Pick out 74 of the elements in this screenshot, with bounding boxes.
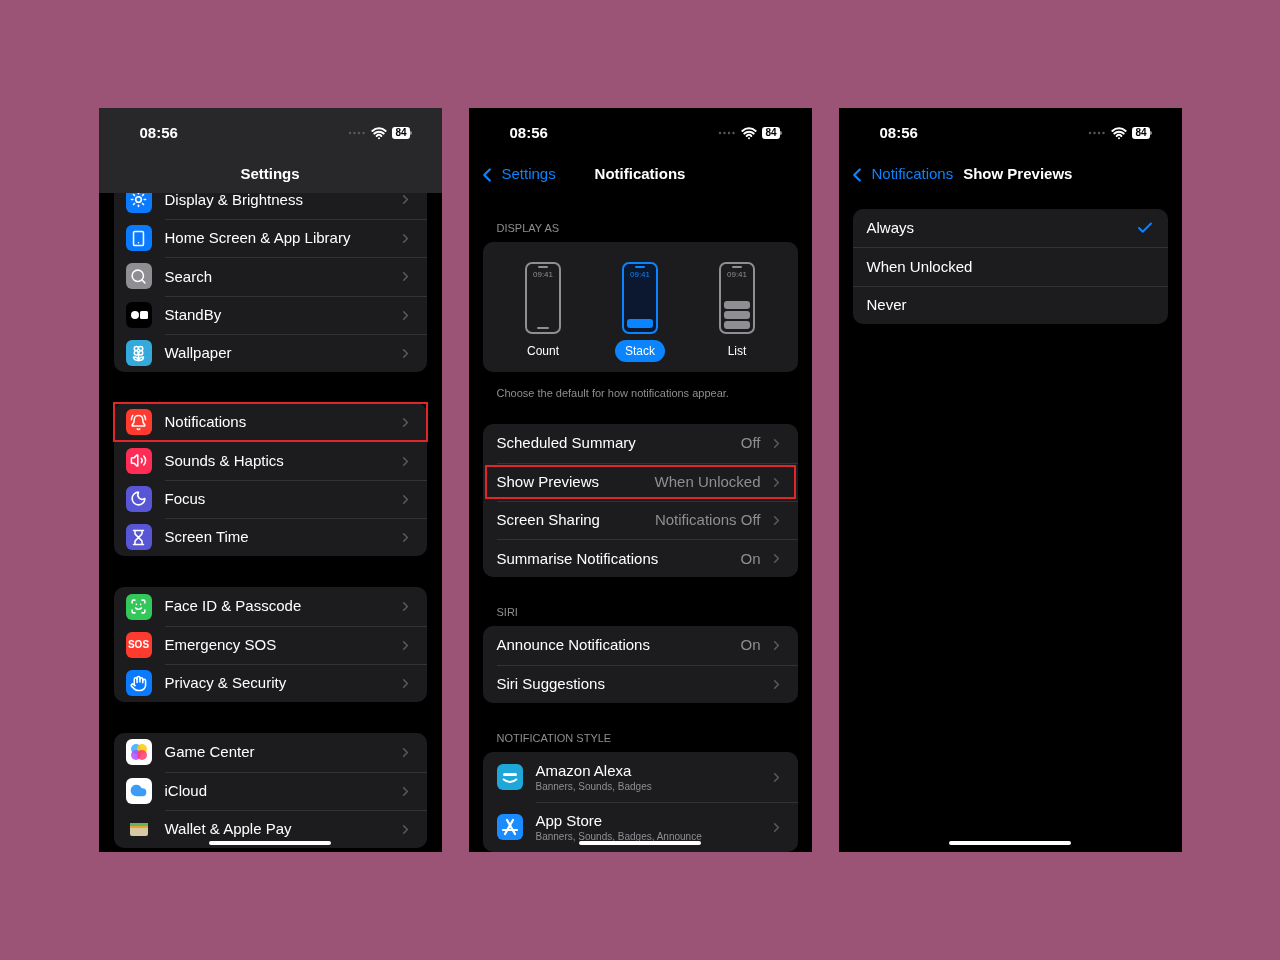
standby-icon bbox=[125, 301, 152, 328]
app-store-icon bbox=[496, 814, 523, 840]
battery-icon: 84 bbox=[392, 127, 412, 139]
preview-time: 09:41 bbox=[727, 270, 747, 280]
game-center-icon bbox=[125, 739, 152, 766]
cloud-icon bbox=[125, 777, 152, 804]
settings-row[interactable]: Wallpaper bbox=[113, 333, 427, 373]
section-header: NOTIFICATION STYLE bbox=[496, 731, 613, 745]
display-option[interactable]: 09:41 Count bbox=[503, 262, 583, 373]
option-label: Count bbox=[526, 343, 560, 360]
preview-time: 09:41 bbox=[630, 270, 650, 280]
settings-row[interactable]: Privacy & Security bbox=[113, 663, 427, 703]
screen-title: Notifications bbox=[594, 164, 686, 185]
moon-icon bbox=[125, 485, 152, 512]
sos-icon: SOS bbox=[125, 631, 152, 658]
settings-row[interactable]: Screen Sharing Notifications Off bbox=[482, 500, 798, 540]
settings-row[interactable]: Announce Notifications On bbox=[482, 626, 798, 665]
settings-row[interactable]: Home Screen & App Library bbox=[113, 219, 427, 258]
status-time: 08:56 bbox=[509, 122, 548, 143]
settings-row[interactable]: Search bbox=[113, 257, 427, 296]
wifi-icon bbox=[371, 125, 388, 141]
settings-row[interactable]: Show Previews When Unlocked bbox=[482, 462, 798, 501]
notification-bar bbox=[724, 321, 750, 329]
option-row[interactable]: When Unlocked bbox=[852, 247, 1168, 286]
display-option[interactable]: 09:41 Stack bbox=[600, 262, 680, 373]
settings-row[interactable]: Summarise Notifications On bbox=[482, 539, 798, 578]
section-header: DISPLAY AS bbox=[496, 221, 561, 235]
screen-title: Settings bbox=[240, 164, 300, 185]
settings-row[interactable]: Notifications bbox=[113, 403, 427, 442]
back-button[interactable]: Settings bbox=[475, 163, 556, 186]
option-row[interactable]: Always bbox=[852, 209, 1168, 248]
section-header: SIRI bbox=[496, 605, 519, 620]
settings-row[interactable]: Screen Time bbox=[113, 518, 427, 557]
signal-icon bbox=[1088, 131, 1107, 135]
option-label: Stack bbox=[615, 340, 665, 362]
phone-icon bbox=[125, 225, 152, 252]
sun-icon bbox=[125, 193, 152, 213]
settings-row[interactable]: iCloud bbox=[113, 771, 427, 810]
settings-row[interactable]: StandBy bbox=[113, 295, 427, 334]
back-button[interactable]: Notifications bbox=[845, 163, 954, 186]
notification-bar bbox=[724, 301, 750, 309]
face-scan-icon bbox=[125, 593, 152, 620]
screen-title: Show Previews bbox=[963, 164, 1073, 185]
signal-icon bbox=[718, 131, 737, 135]
settings-row[interactable]: Siri Suggestions bbox=[482, 664, 798, 703]
footer-note: Choose the default for how notifications appear. bbox=[496, 387, 729, 400]
battery-icon: 84 bbox=[762, 127, 782, 139]
speaker-icon bbox=[125, 447, 152, 474]
option-row[interactable]: Never bbox=[852, 285, 1168, 324]
settings-row[interactable]: Display & Brightness bbox=[113, 193, 427, 219]
signal-icon bbox=[348, 131, 367, 135]
settings-row[interactable]: SOS Emergency SOS bbox=[113, 625, 427, 664]
notification-bar bbox=[724, 311, 750, 319]
settings-row[interactable]: Face ID & Passcode bbox=[113, 587, 427, 626]
hand-icon bbox=[125, 670, 152, 697]
status-time: 08:56 bbox=[879, 122, 918, 143]
speech-bubble-icon bbox=[496, 764, 523, 790]
hourglass-icon bbox=[125, 524, 152, 551]
preview-time: 09:41 bbox=[533, 270, 553, 280]
search-icon bbox=[125, 263, 152, 290]
option-label: List bbox=[726, 343, 748, 360]
battery-icon: 84 bbox=[1132, 127, 1152, 139]
settings-row[interactable]: Game Center bbox=[113, 733, 427, 772]
settings-row[interactable]: Scheduled Summary Off bbox=[482, 424, 798, 463]
notification-stack bbox=[627, 319, 653, 328]
flower-icon bbox=[125, 340, 152, 367]
bell-icon bbox=[125, 409, 152, 436]
app-row[interactable]: Amazon Alexa Banners, Sounds, Badges bbox=[482, 752, 798, 802]
wifi-icon bbox=[741, 125, 758, 141]
status-time: 08:56 bbox=[139, 122, 178, 143]
settings-row[interactable]: Sounds & Haptics bbox=[113, 441, 427, 480]
display-option[interactable]: 09:41 List bbox=[697, 262, 777, 373]
settings-row[interactable]: Focus bbox=[113, 479, 427, 519]
wifi-icon bbox=[1111, 125, 1128, 141]
